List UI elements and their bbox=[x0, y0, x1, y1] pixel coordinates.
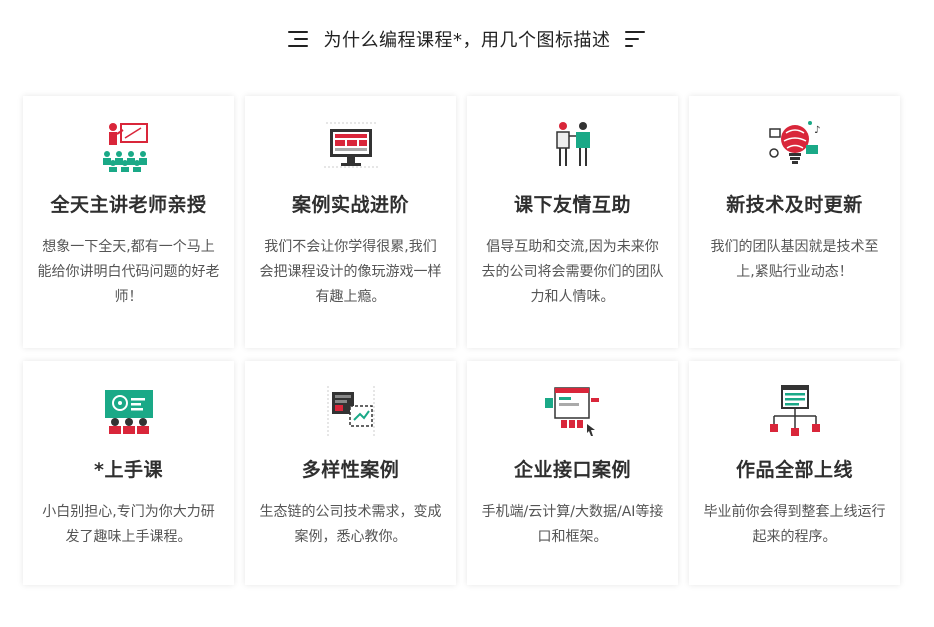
svg-text:♪: ♪ bbox=[814, 125, 820, 136]
feature-grid: 全天主讲老师亲授 想象一下全天,都有一个马上能给你讲明白代码问题的好老师！ 案例… bbox=[23, 96, 902, 585]
card-description: 倡导互助和交流,因为未来你去的公司将会需要你们的团队力和人情味。 bbox=[481, 239, 664, 305]
card-description: 毕业前你会得到整套上线运行起来的程序。 bbox=[703, 504, 886, 545]
teacher-presentation-icon bbox=[99, 116, 159, 176]
card-title: 新技术及时更新 bbox=[726, 194, 863, 216]
card-title: 课下友情互助 bbox=[513, 194, 631, 216]
card-title: 全天主讲老师亲授 bbox=[50, 194, 207, 216]
section-header: 为什么编程课程*，用几个图标描述 bbox=[0, 22, 934, 56]
card-description: 手机端/云计算/大数据/AI等接口和框架。 bbox=[481, 504, 664, 545]
card-title: 企业接口案例 bbox=[513, 459, 631, 481]
feature-card: 案例实战进阶 我们不会让你学得很累,我们会把课程设计的像玩游戏一样有趣上瘾。 bbox=[245, 96, 456, 348]
card-title: 案例实战进阶 bbox=[291, 194, 409, 216]
feature-card: ♪ 新技术及时更新 我们的团队基因就是技术至上,紧贴行业动态！ bbox=[689, 96, 900, 348]
api-interface-icon bbox=[543, 381, 603, 441]
feature-card: 全天主讲老师亲授 想象一下全天,都有一个马上能给你讲明白代码问题的好老师！ bbox=[23, 96, 234, 348]
classroom-board-icon bbox=[99, 381, 159, 441]
people-talking-icon bbox=[543, 116, 603, 176]
card-title: 多样性案例 bbox=[301, 459, 400, 481]
card-description: 想象一下全天,都有一个马上能给你讲明白代码问题的好老师！ bbox=[37, 239, 220, 305]
card-title: *上手课 bbox=[94, 459, 163, 481]
feature-card: *上手课 小白别担心,专门为你大力研发了趣味上手课程。 bbox=[23, 361, 234, 585]
section-title: 为什么编程课程*，用几个图标描述 bbox=[323, 30, 611, 51]
feature-card: 企业接口案例 手机端/云计算/大数据/AI等接口和框架。 bbox=[467, 361, 678, 585]
deploy-network-icon bbox=[765, 381, 825, 441]
card-description: 生态链的公司技术需求，变成案例，悉心教你。 bbox=[259, 504, 442, 545]
monitor-project-icon bbox=[321, 116, 381, 176]
card-title: 作品全部上线 bbox=[735, 459, 853, 481]
brain-tech-icon: ♪ bbox=[765, 116, 825, 176]
feature-card: 多样性案例 生态链的公司技术需求，变成案例，悉心教你。 bbox=[245, 361, 456, 585]
feature-card: 课下友情互助 倡导互助和交流,因为未来你去的公司将会需要你们的团队力和人情味。 bbox=[467, 96, 678, 348]
ecosystem-chart-icon bbox=[321, 381, 381, 441]
feature-card: 作品全部上线 毕业前你会得到整套上线运行起来的程序。 bbox=[689, 361, 900, 585]
menu-lines-icon bbox=[287, 31, 310, 47]
card-description: 我们不会让你学得很累,我们会把课程设计的像玩游戏一样有趣上瘾。 bbox=[259, 239, 442, 305]
card-description: 我们的团队基因就是技术至上,紧贴行业动态！ bbox=[710, 239, 879, 280]
menu-lines-icon bbox=[624, 31, 647, 47]
card-description: 小白别担心,专门为你大力研发了趣味上手课程。 bbox=[42, 504, 215, 545]
